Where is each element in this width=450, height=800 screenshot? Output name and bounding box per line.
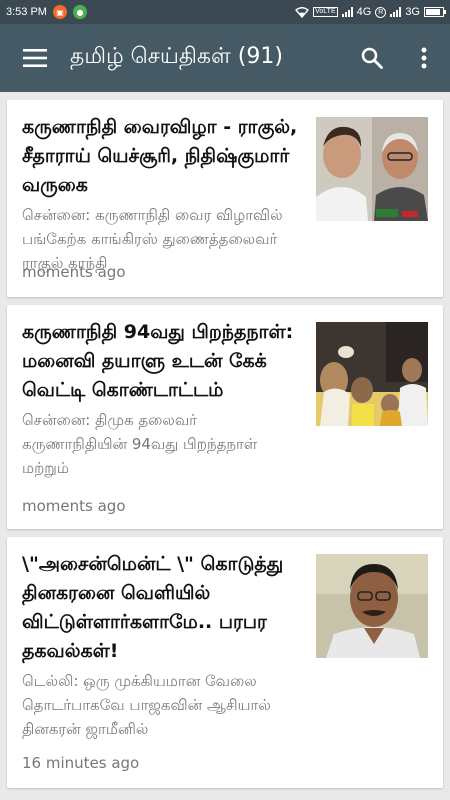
signal-icon-2 [390, 7, 402, 17]
battery-icon [424, 7, 446, 17]
article-thumbnail[interactable] [316, 554, 428, 658]
news-card[interactable]: கருணாநிதி வைரவிழா - ராகுல், சீதாராய் யெச… [7, 100, 443, 297]
signal-icon-1 [341, 7, 353, 17]
article-time: moments ago [22, 497, 126, 515]
article-thumbnail[interactable] [316, 322, 428, 426]
overflow-menu-button[interactable] [398, 24, 450, 92]
status-bar: 3:53 PM ▣ ● VoLTE 4G R 3G [0, 0, 450, 24]
article-summary: டெல்லி: ஒரு முக்கியமான வேலை தொடர்பாகவே ப… [22, 672, 271, 738]
roaming-badge: R [375, 6, 387, 18]
article-time: 16 minutes ago [22, 754, 140, 772]
article-headline[interactable]: கருணாநிதி வைரவிழா - ராகுல், சீதாராய் யெச… [22, 113, 305, 200]
article-thumbnail[interactable] [316, 117, 428, 221]
app-bar: தமிழ் செய்திகள் (91) [0, 24, 450, 92]
news-card[interactable]: கருணாநிதி 94வது பிறந்தநாள்: மனைவி தயாளு … [7, 305, 443, 529]
status-time: 3:53 PM [6, 6, 47, 18]
article-headline[interactable]: \"அசைன்மென்ட் \" கொடுத்து தினகரனை வெளியி… [22, 550, 305, 666]
notification-chat-icon: ● [72, 5, 87, 19]
notification-app-icon: ▣ [52, 5, 67, 19]
menu-button[interactable] [0, 24, 70, 92]
article-summary: சென்னை: திமுக தலைவர் கருணாநிதியின் 94வது… [22, 411, 258, 477]
network-type-2: 3G [405, 6, 420, 18]
article-time: moments ago [22, 263, 126, 281]
wifi-icon [295, 6, 310, 18]
article-headline[interactable]: கருணாநிதி 94வது பிறந்தநாள்: மனைவி தயாளு … [22, 318, 305, 405]
search-icon [361, 47, 383, 69]
page-title: தமிழ் செய்திகள் (91) [70, 44, 283, 69]
news-card[interactable]: \"அசைன்மென்ட் \" கொடுத்து தினகரனை வெளியி… [7, 537, 443, 788]
hamburger-menu-icon [23, 49, 47, 67]
network-type-1: 4G [356, 6, 372, 18]
news-feed: கருணாநிதி வைரவிழா - ராகுல், சீதாராய் யெச… [7, 100, 443, 788]
more-vertical-icon [421, 47, 427, 69]
volte-badge: VoLTE [313, 7, 338, 17]
search-button[interactable] [346, 24, 398, 92]
